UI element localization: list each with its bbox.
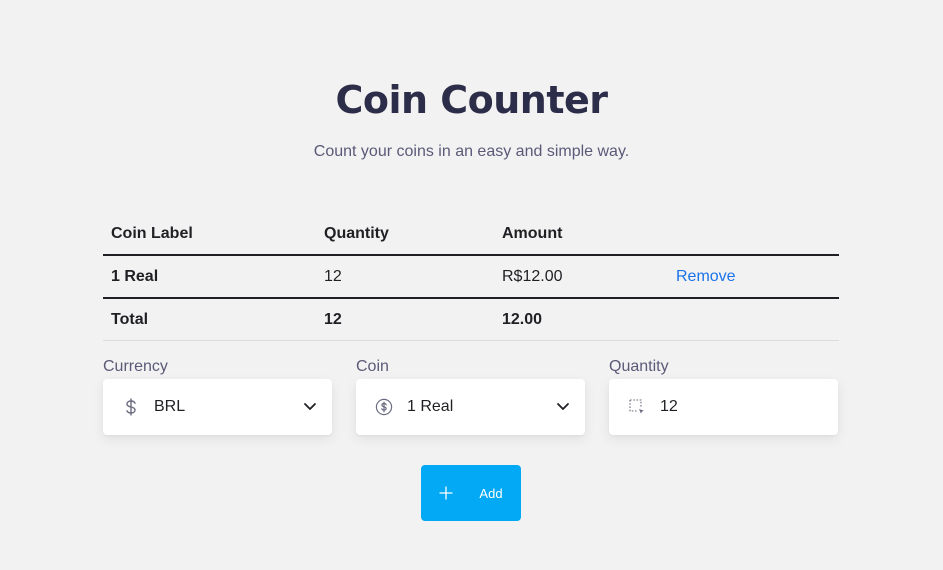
page-title: Coin Counter — [335, 78, 608, 122]
table-header-row: Coin Label Quantity Amount — [103, 213, 839, 256]
row-actions: Remove — [668, 255, 839, 299]
column-header-quantity: Quantity — [316, 213, 494, 256]
table-row: 1 Real 12 R$12.00 Remove — [103, 255, 839, 299]
add-button-label: Add — [479, 485, 503, 501]
currency-value: BRL — [154, 398, 186, 415]
column-header-amount: Amount — [494, 213, 668, 256]
currency-select[interactable]: BRL — [103, 379, 332, 435]
plus-icon — [439, 486, 454, 500]
coin-counter-page: Coin Counter Count your coins in an easy… — [0, 0, 943, 570]
quantity-value: 12 — [660, 398, 678, 415]
total-amount: 12.00 — [494, 298, 668, 341]
select-icon — [627, 397, 647, 417]
currency-label: Currency — [103, 358, 168, 375]
quantity-field: Quantity 12 — [609, 357, 838, 435]
coins-table: Coin Label Quantity Amount 1 Real 12 R$1… — [103, 213, 839, 341]
coin-label: Coin — [356, 358, 389, 375]
total-quantity: 12 — [316, 298, 494, 341]
quantity-label: Quantity — [609, 358, 669, 375]
coin-icon — [374, 397, 394, 417]
chevron-down-icon — [557, 403, 569, 410]
row-quantity: 12 — [316, 255, 494, 299]
coin-field: Coin 1 Real — [356, 357, 585, 435]
total-label: Total — [103, 298, 316, 341]
quantity-input[interactable]: 12 — [609, 379, 838, 435]
column-header-actions — [668, 213, 839, 256]
row-coin-label: 1 Real — [103, 255, 316, 299]
dollar-sign-icon — [121, 397, 141, 417]
coin-select[interactable]: 1 Real — [356, 379, 585, 435]
page-subtitle: Count your coins in an easy and simple w… — [313, 143, 630, 160]
row-amount: R$12.00 — [494, 255, 668, 299]
coin-value: 1 Real — [407, 398, 454, 415]
remove-link[interactable]: Remove — [676, 268, 736, 285]
add-button[interactable]: Add — [421, 465, 521, 521]
column-header-coin-label: Coin Label — [103, 213, 316, 256]
currency-field: Currency BRL — [103, 357, 332, 435]
total-row: Total 12 12.00 — [103, 298, 839, 341]
total-empty-cell — [668, 298, 839, 341]
chevron-down-icon — [304, 403, 316, 410]
